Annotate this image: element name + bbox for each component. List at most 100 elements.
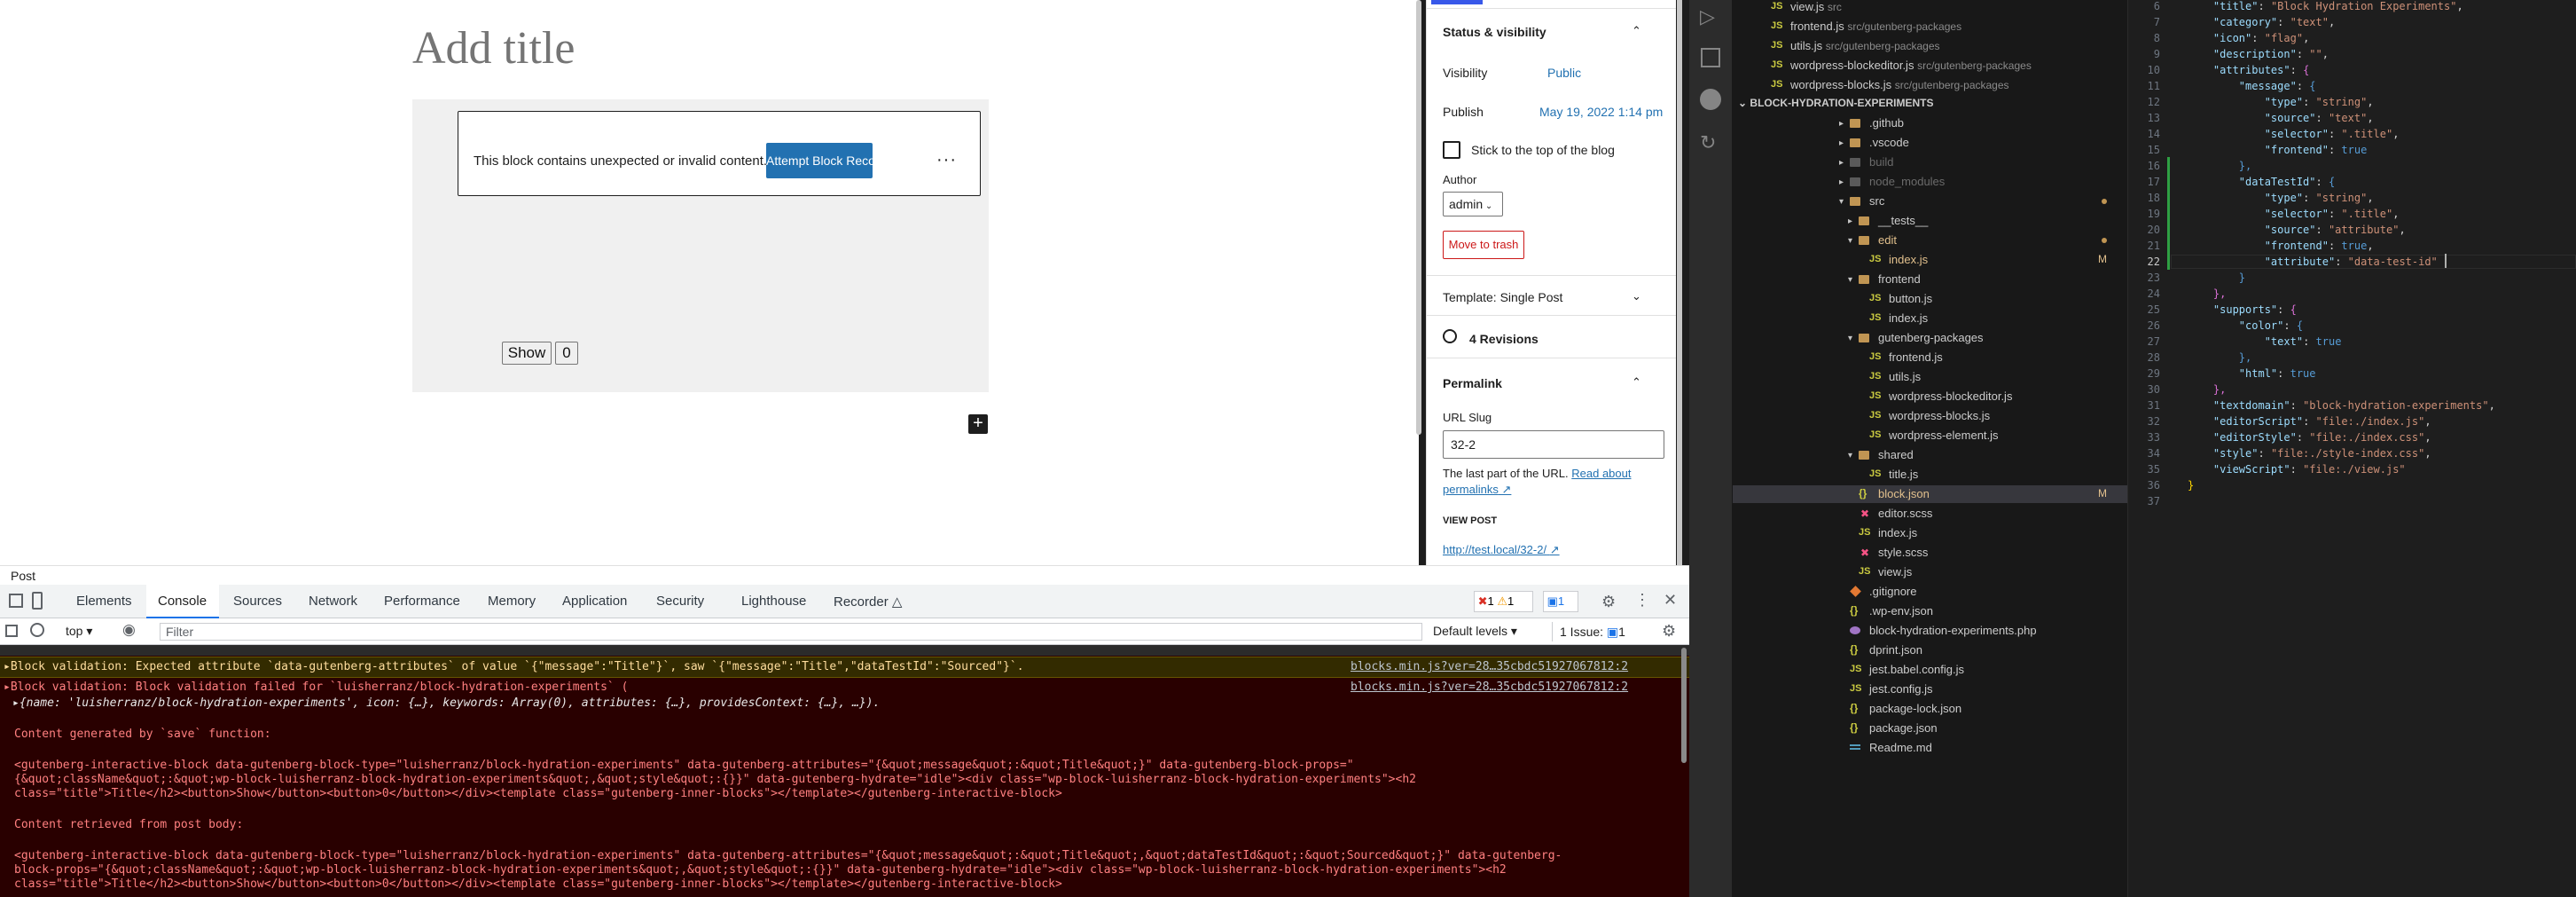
- file-item[interactable]: block.json: [1878, 487, 1930, 500]
- open-editor-item[interactable]: wordpress-blocks.js src/gutenberg-packag…: [1790, 78, 2009, 91]
- file-item[interactable]: jest.babel.config.js: [1869, 663, 1964, 676]
- js-file-icon: JS: [1771, 59, 1783, 70]
- error-source-link[interactable]: blocks.min.js?ver=28…35cbdc51927067812:2: [1351, 681, 1628, 694]
- log-levels-select[interactable]: Default levels ▾: [1433, 624, 1517, 639]
- counter-button[interactable]: 0: [555, 342, 578, 365]
- tab-application[interactable]: Application: [562, 594, 627, 609]
- console-scrollbar[interactable]: [1681, 648, 1687, 763]
- file-item[interactable]: package-lock.json: [1869, 702, 1961, 715]
- file-item[interactable]: package.json: [1869, 721, 1938, 735]
- folder-item[interactable]: frontend: [1878, 272, 1921, 286]
- close-devtools-icon[interactable]: ✕: [1664, 591, 1677, 610]
- read-about-link[interactable]: Read about: [1571, 467, 1631, 480]
- url-slug-input[interactable]: 32-2: [1443, 430, 1664, 459]
- more-options-icon[interactable]: ···: [936, 151, 957, 169]
- clear-console-icon[interactable]: [30, 623, 44, 637]
- author-select[interactable]: admin ⌄: [1443, 192, 1503, 216]
- sticky-checkbox[interactable]: [1443, 141, 1460, 159]
- visibility-toggle[interactable]: Public: [1547, 66, 1581, 80]
- move-to-trash-button[interactable]: Move to trash: [1443, 231, 1524, 259]
- file-item[interactable]: utils.js: [1889, 370, 1921, 383]
- tab-elements[interactable]: Elements: [76, 594, 132, 609]
- run-debug-icon[interactable]: ▷: [1700, 5, 1715, 28]
- file-item[interactable]: .gitignore: [1869, 585, 1916, 598]
- tab-lighthouse[interactable]: Lighthouse: [741, 594, 806, 609]
- file-item[interactable]: button.js: [1889, 292, 1932, 305]
- folder-item[interactable]: shared: [1878, 448, 1914, 461]
- kebab-menu-icon[interactable]: ⋮: [1634, 591, 1650, 610]
- sidebar-scrollbar[interactable]: [1677, 0, 1682, 565]
- folder-item[interactable]: src: [1869, 194, 1884, 208]
- chevron-up-icon[interactable]: ⌃: [1632, 375, 1641, 389]
- settings-gear-icon[interactable]: ⚙: [1601, 593, 1616, 611]
- folder-item[interactable]: build: [1869, 155, 1893, 169]
- tab-memory[interactable]: Memory: [488, 594, 536, 609]
- warning-source-link[interactable]: blocks.min.js?ver=28…35cbdc51927067812:2: [1351, 660, 1628, 673]
- revisions-link[interactable]: 4 Revisions: [1469, 332, 1539, 346]
- permalink-heading[interactable]: Permalink: [1443, 376, 1502, 390]
- file-item[interactable]: wordpress-element.js: [1889, 429, 1999, 442]
- canvas-scrollbar[interactable]: [1416, 0, 1421, 435]
- attempt-recovery-button[interactable]: Attempt Block Recovery: [766, 143, 898, 178]
- folder-item[interactable]: .github: [1869, 116, 1904, 130]
- tab-security[interactable]: Security: [656, 594, 704, 609]
- folder-item[interactable]: node_modules: [1869, 175, 1945, 188]
- file-item[interactable]: block-hydration-experiments.php: [1869, 624, 2037, 637]
- tab-console[interactable]: Console: [158, 594, 207, 609]
- file-item[interactable]: wordpress-blockeditor.js: [1889, 389, 2012, 403]
- file-item[interactable]: style.scss: [1878, 546, 1928, 559]
- template-panel-toggle[interactable]: Template: Single Post: [1443, 290, 1562, 304]
- open-editor-item[interactable]: frontend.js src/gutenberg-packages: [1790, 20, 1961, 33]
- device-toolbar-icon[interactable]: [32, 592, 43, 610]
- github-icon[interactable]: [1700, 89, 1721, 110]
- tab-recorder[interactable]: Recorder △: [834, 594, 902, 610]
- file-item[interactable]: dprint.json: [1869, 643, 1922, 657]
- sidebar-toggle-icon[interactable]: [5, 625, 18, 637]
- block-inserter-plus-icon[interactable]: +: [968, 414, 988, 434]
- chevron-up-icon[interactable]: ⌃: [1632, 24, 1641, 38]
- file-item[interactable]: index.js: [1889, 253, 1928, 266]
- folder-item[interactable]: .vscode: [1869, 136, 1909, 149]
- file-item[interactable]: .wp-env.json: [1869, 604, 1933, 618]
- post-title-input[interactable]: Add title: [412, 22, 575, 75]
- open-editor-item[interactable]: utils.js src/gutenberg-packages: [1790, 39, 1940, 52]
- open-editor-item[interactable]: wordpress-blockeditor.js src/gutenberg-p…: [1790, 59, 2032, 72]
- folder-item[interactable]: edit: [1878, 233, 1897, 247]
- context-select[interactable]: top ▾: [66, 624, 92, 639]
- console-settings-icon[interactable]: ⚙: [1662, 622, 1676, 641]
- project-folder-header[interactable]: ⌄ BLOCK-HYDRATION-EXPERIMENTS: [1738, 97, 1934, 109]
- status-visibility-heading[interactable]: Status & visibility: [1443, 25, 1546, 39]
- publish-date-toggle[interactable]: May 19, 2022 1:14 pm: [1539, 105, 1663, 119]
- tab-network[interactable]: Network: [309, 594, 357, 609]
- block-breadcrumb[interactable]: Post: [11, 569, 35, 583]
- tab-sources[interactable]: Sources: [233, 594, 282, 609]
- console-filter-input[interactable]: Filter: [160, 623, 1422, 641]
- tab-performance[interactable]: Performance: [384, 594, 460, 609]
- folder-item[interactable]: gutenberg-packages: [1878, 331, 1984, 344]
- file-item[interactable]: frontend.js: [1889, 350, 1943, 364]
- file-item[interactable]: title.js: [1889, 468, 1918, 481]
- inspect-element-icon[interactable]: [9, 594, 23, 608]
- warning-message[interactable]: ▸Block validation: Expected attribute `d…: [4, 660, 1024, 673]
- file-item[interactable]: view.js: [1878, 565, 1912, 578]
- issue-counter[interactable]: ✖1 ⚠1: [1474, 591, 1533, 612]
- file-item[interactable]: Readme.md: [1869, 741, 1932, 754]
- folder-item[interactable]: __tests__: [1878, 214, 1928, 227]
- error-object-preview[interactable]: ▸{name: 'luisherranz/block-hydration-exp…: [12, 696, 880, 710]
- issues-button[interactable]: 1 Issue: ▣1: [1552, 622, 1625, 641]
- file-item[interactable]: editor.scss: [1878, 507, 1932, 520]
- file-item[interactable]: index.js: [1889, 311, 1928, 325]
- remote-explorer-icon[interactable]: ↻: [1700, 131, 1716, 154]
- view-post-link[interactable]: http://test.local/32-2/ ↗: [1443, 543, 1560, 557]
- show-button[interactable]: Show: [502, 342, 552, 365]
- file-item[interactable]: index.js: [1878, 526, 1917, 539]
- live-expression-eye-icon[interactable]: ◉: [122, 621, 136, 639]
- message-counter[interactable]: ▣1: [1543, 591, 1578, 612]
- permalinks-link[interactable]: permalinks ↗: [1443, 483, 1511, 497]
- extensions-icon[interactable]: [1701, 48, 1720, 67]
- chevron-down-icon[interactable]: ⌄: [1632, 289, 1641, 303]
- file-item[interactable]: jest.config.js: [1869, 682, 1933, 696]
- open-editor-item[interactable]: view.js src: [1790, 0, 1842, 13]
- file-item[interactable]: wordpress-blocks.js: [1889, 409, 1990, 422]
- error-message[interactable]: ▸Block validation: Block validation fail…: [4, 681, 628, 694]
